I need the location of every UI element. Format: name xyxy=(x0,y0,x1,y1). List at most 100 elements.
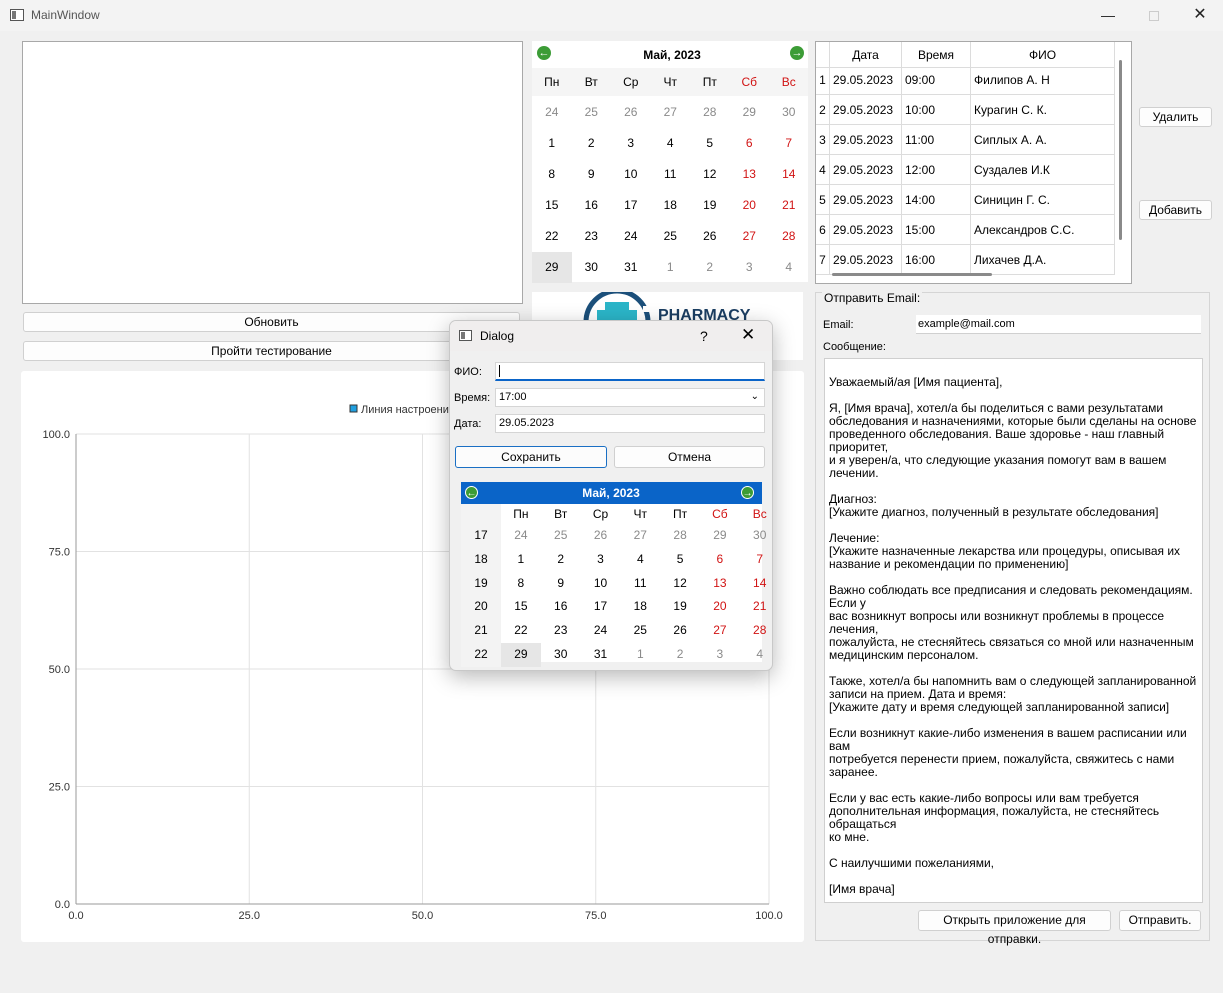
row-number[interactable]: 6 xyxy=(816,215,830,245)
dialog-calendar-day[interactable]: 6 xyxy=(700,548,740,572)
dialog-calendar-day[interactable]: 30 xyxy=(541,643,581,667)
calendar-day-selected[interactable]: 29 xyxy=(532,252,572,283)
calendar-day[interactable]: 2 xyxy=(690,252,730,283)
minimize-button[interactable]: — xyxy=(1085,0,1131,31)
table-cell[interactable]: 11:00 xyxy=(902,125,971,155)
dialog-calendar-day-selected[interactable]: 29 xyxy=(501,643,541,667)
calendar-day[interactable]: 3 xyxy=(730,252,770,283)
calendar-day[interactable]: 11 xyxy=(651,159,691,190)
row-number[interactable]: 3 xyxy=(816,125,830,155)
calendar-day[interactable]: 17 xyxy=(611,190,651,221)
dialog-calendar-day[interactable]: 17 xyxy=(581,595,621,619)
dialog-calendar[interactable]: Пн Вт Ср Чт Пт Сб Вс 17 18 19 20 21 22 24 25 26 27 28 29 30… xyxy=(461,504,767,667)
row-number[interactable]: 5 xyxy=(816,185,830,215)
calendar-day[interactable]: 27 xyxy=(730,221,770,252)
calendar-day[interactable]: 8 xyxy=(532,159,572,190)
calendar-day[interactable]: 9 xyxy=(572,159,612,190)
dialog-calendar-day[interactable]: 26 xyxy=(660,619,700,643)
table-horizontal-scrollbar[interactable] xyxy=(832,273,992,276)
row-number[interactable]: 7 xyxy=(816,245,830,275)
dialog-calendar-day[interactable]: 3 xyxy=(700,643,740,667)
dialog-calendar-day[interactable]: 25 xyxy=(620,619,660,643)
calendar-day[interactable]: 30 xyxy=(769,97,809,128)
dialog-calendar-day[interactable]: 22 xyxy=(501,619,541,643)
dialog-calendar-day[interactable]: 26 xyxy=(581,524,621,548)
dialog-calendar-day[interactable]: 8 xyxy=(501,572,541,596)
table-cell[interactable]: 29.05.2023 xyxy=(830,245,902,275)
next-month-icon[interactable]: → xyxy=(790,46,804,60)
cancel-button[interactable]: Отмена xyxy=(614,446,765,468)
save-button[interactable]: Сохранить xyxy=(455,446,607,468)
calendar-day[interactable]: 21 xyxy=(769,190,809,221)
calendar-day[interactable]: 4 xyxy=(651,128,691,159)
table-cell[interactable]: 29.05.2023 xyxy=(830,125,902,155)
table-cell[interactable]: 29.05.2023 xyxy=(830,65,902,95)
calendar-day[interactable]: 12 xyxy=(690,159,730,190)
table-cell[interactable]: 10:00 xyxy=(902,95,971,125)
calendar-day[interactable]: 3 xyxy=(611,128,651,159)
calendar-day[interactable]: 13 xyxy=(730,159,770,190)
table-cell[interactable]: Сиплых А. А. xyxy=(971,125,1115,155)
dialog-calendar-day[interactable]: 9 xyxy=(541,572,581,596)
table-cell[interactable]: Синицин Г. С. xyxy=(971,185,1115,215)
dialog-calendar-day[interactable]: 27 xyxy=(700,619,740,643)
date-input[interactable]: 29.05.2023 xyxy=(495,414,765,433)
dialog-calendar-day[interactable]: 28 xyxy=(660,524,700,548)
fio-input[interactable] xyxy=(495,362,765,381)
dialog-calendar-day[interactable]: 2 xyxy=(541,548,581,572)
calendar-day[interactable]: 18 xyxy=(651,190,691,221)
dialog-calendar-day[interactable]: 23 xyxy=(541,619,581,643)
calendar-day[interactable]: 15 xyxy=(532,190,572,221)
table-cell[interactable]: 09:00 xyxy=(902,65,971,95)
dialog-calendar-day[interactable]: 21 xyxy=(740,595,772,619)
add-button[interactable]: Добавить xyxy=(1139,200,1212,220)
table-cell[interactable]: 15:00 xyxy=(902,215,971,245)
dialog-calendar-day[interactable]: 3 xyxy=(581,548,621,572)
calendar-day[interactable]: 20 xyxy=(730,190,770,221)
dialog-calendar-day[interactable]: 31 xyxy=(581,643,621,667)
dialog-calendar-day[interactable]: 11 xyxy=(620,572,660,596)
dialog-calendar-day[interactable]: 10 xyxy=(581,572,621,596)
main-calendar[interactable]: ← Май, 2023 → Пн Вт Ср Чт Пт Сб Вс 24 25 26 27 28 2… xyxy=(532,41,809,283)
row-number[interactable]: 2 xyxy=(816,95,830,125)
table-cell[interactable]: Александров С.С. xyxy=(971,215,1115,245)
dialog-calendar-day[interactable]: 30 xyxy=(740,524,772,548)
dialog-calendar-day[interactable]: 19 xyxy=(660,595,700,619)
calendar-day[interactable]: 28 xyxy=(769,221,809,252)
dialog-calendar-day[interactable]: 25 xyxy=(541,524,581,548)
calendar-day[interactable]: 10 xyxy=(611,159,651,190)
message-textarea[interactable]: Уважаемый/ая [Имя пациента], Я, [Имя вра… xyxy=(824,358,1203,903)
table-cell[interactable]: 29.05.2023 xyxy=(830,215,902,245)
dialog-calendar-day[interactable]: 27 xyxy=(620,524,660,548)
calendar-day[interactable]: 1 xyxy=(651,252,691,283)
calendar-day[interactable]: 4 xyxy=(769,252,809,283)
dialog-calendar-day[interactable]: 28 xyxy=(740,619,772,643)
table-cell[interactable]: Курагин С. К. xyxy=(971,95,1115,125)
table-cell[interactable]: 29.05.2023 xyxy=(830,185,902,215)
refresh-button[interactable]: Обновить xyxy=(23,312,520,332)
help-icon[interactable]: ? xyxy=(700,328,708,344)
table-cell[interactable]: 29.05.2023 xyxy=(830,95,902,125)
dialog-calendar-day[interactable]: 14 xyxy=(740,572,772,596)
close-button[interactable]: ✕ xyxy=(1177,0,1223,31)
email-field[interactable]: example@mail.com xyxy=(916,315,1201,334)
table-cell[interactable]: 16:00 xyxy=(902,245,971,275)
calendar-day[interactable]: 2 xyxy=(572,128,612,159)
dialog-calendar-day[interactable]: 15 xyxy=(501,595,541,619)
delete-button[interactable]: Удалить xyxy=(1139,107,1212,127)
open-mail-app-button[interactable]: Открыть приложение для отправки. xyxy=(918,910,1111,946)
table-cell[interactable]: Лихачев Д.А. xyxy=(971,245,1115,275)
table-cell[interactable]: Филипов А. Н xyxy=(971,65,1115,95)
dialog-calendar-day[interactable]: 7 xyxy=(740,548,772,572)
table-cell[interactable]: 29.05.2023 xyxy=(830,155,902,185)
calendar-day[interactable]: 22 xyxy=(532,221,572,252)
calendar-day[interactable]: 26 xyxy=(690,221,730,252)
dialog-calendar-day[interactable]: 18 xyxy=(620,595,660,619)
table-cell[interactable]: 14:00 xyxy=(902,185,971,215)
dialog-calendar-day[interactable]: 2 xyxy=(660,643,700,667)
calendar-day[interactable]: 25 xyxy=(651,221,691,252)
calendar-day[interactable]: 5 xyxy=(690,128,730,159)
calendar-day[interactable]: 7 xyxy=(769,128,809,159)
row-number[interactable]: 1 xyxy=(816,65,830,95)
dialog-calendar-day[interactable]: 29 xyxy=(700,524,740,548)
